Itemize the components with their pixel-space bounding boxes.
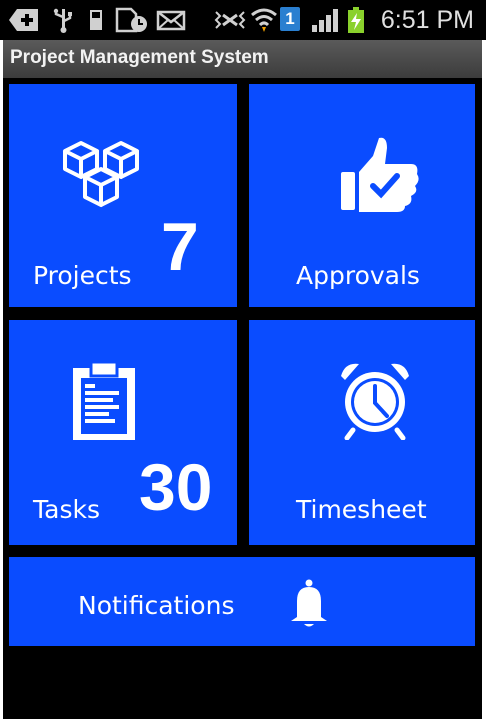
- screen-border-right: [482, 40, 486, 719]
- vibrate-icon: [214, 11, 246, 29]
- timesheet-tile[interactable]: Timesheet: [249, 320, 475, 545]
- cubes-icon: [63, 141, 139, 207]
- tasks-label: Tasks: [33, 495, 100, 524]
- alarm-clock-icon: [341, 363, 409, 440]
- clock-time: 6:51 PM: [380, 6, 474, 34]
- sim-icon: 1: [280, 7, 300, 31]
- screen-border-left: [0, 40, 3, 719]
- usb-icon: [53, 8, 72, 33]
- wifi-icon: [251, 8, 277, 32]
- notifications-label: Notifications: [78, 591, 235, 620]
- signal-icon: [312, 9, 338, 32]
- tasks-tile[interactable]: 30 Tasks: [9, 320, 237, 545]
- approvals-label: Approvals: [296, 261, 420, 290]
- mail-icon: [156, 10, 186, 31]
- sd-card-icon: [90, 10, 102, 30]
- app-title-bar: Project Management System: [0, 40, 486, 78]
- projects-tile[interactable]: 7 Projects: [9, 84, 237, 307]
- app-title: Project Management System: [10, 47, 269, 68]
- projects-count: 7: [161, 209, 199, 285]
- timesheet-label: Timesheet: [296, 495, 427, 524]
- add-icon: [9, 9, 38, 31]
- battery-charging-icon: [348, 7, 364, 33]
- status-bar: 1 6:51 PM: [0, 0, 486, 40]
- approvals-tile[interactable]: Approvals: [249, 84, 475, 307]
- clipboard-icon: [73, 360, 135, 440]
- thumbs-up-icon: [341, 137, 419, 212]
- projects-label: Projects: [33, 261, 132, 290]
- bell-icon: [291, 579, 327, 627]
- screenshot-icon: [115, 7, 147, 33]
- tasks-count: 30: [139, 450, 213, 524]
- notifications-tile[interactable]: Notifications: [9, 557, 475, 646]
